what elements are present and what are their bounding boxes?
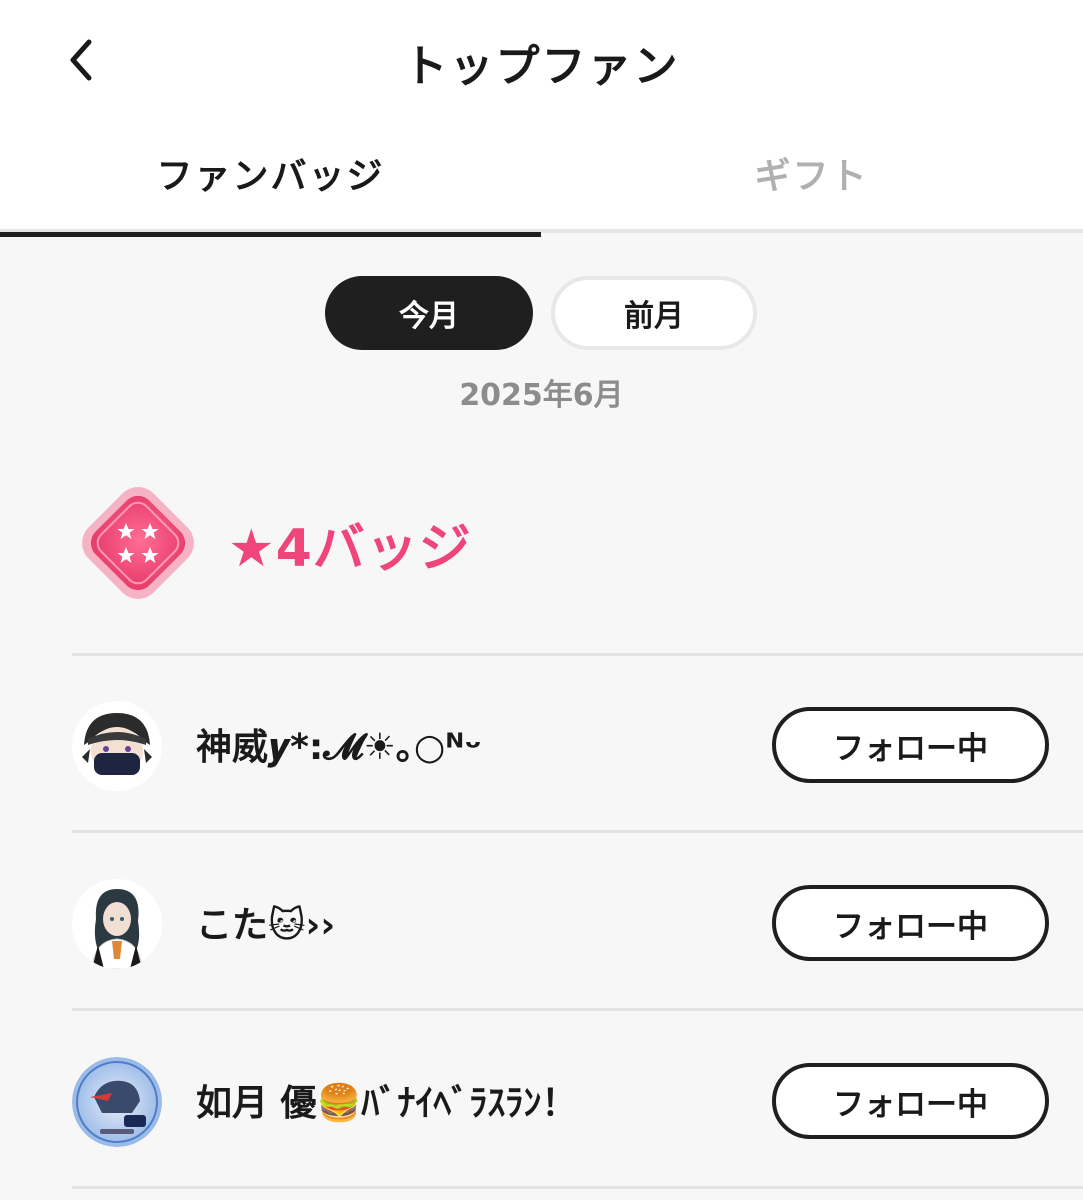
avatar-image xyxy=(72,701,162,791)
following-button[interactable]: フォロー中 xyxy=(772,1063,1049,1139)
fan-row: こた🐱›› フォロー中 xyxy=(0,834,1083,1010)
fan-row: 如月 優🍔ﾊﾞﾅｲﾍﾞﾗｽﾗﾝ！ フォロー中 xyxy=(0,1012,1083,1188)
fan-row: 神威𝒚*:𝓜☀︎｡○ᴺᵕ フォロー中 xyxy=(0,656,1083,832)
this-month-button[interactable]: 今月 xyxy=(325,276,533,350)
tab-bar: ファンバッジ ギフト xyxy=(0,120,1083,237)
page-title: トップファン xyxy=(403,41,680,92)
last-month-button[interactable]: 前月 xyxy=(551,276,757,350)
following-button[interactable]: フォロー中 xyxy=(772,885,1049,961)
fan-name: 如月 優🍔ﾊﾞﾅｲﾍﾞﾗｽﾗﾝ！ xyxy=(196,1083,578,1124)
period-label: 2025年6月 xyxy=(459,378,624,413)
badge-heading: ★4バッジ xyxy=(70,478,472,608)
avatar-image xyxy=(72,879,162,969)
divider xyxy=(72,1186,1083,1189)
tab-gift[interactable]: ギフト xyxy=(541,120,1082,233)
avatar[interactable] xyxy=(72,701,162,791)
tab-gift-label: ギフト xyxy=(754,155,869,197)
avatar[interactable] xyxy=(72,879,162,969)
divider xyxy=(72,830,1083,833)
badge-title: ★4バッジ xyxy=(228,518,472,579)
fan-name: 神威𝒚*:𝓜☀︎｡○ᴺᵕ xyxy=(196,727,482,768)
tab-fan-badge-label: ファンバッジ xyxy=(156,155,385,197)
avatar[interactable] xyxy=(72,1057,162,1147)
tab-fan-badge[interactable]: ファンバッジ xyxy=(0,120,541,237)
tab-active-indicator xyxy=(0,232,541,237)
divider xyxy=(72,1008,1083,1011)
star-badge-icon xyxy=(82,487,194,599)
header: トップファン xyxy=(0,0,1083,120)
avatar-image xyxy=(72,1057,162,1147)
fan-name: こた🐱›› xyxy=(196,905,336,946)
following-button[interactable]: フォロー中 xyxy=(772,707,1049,783)
